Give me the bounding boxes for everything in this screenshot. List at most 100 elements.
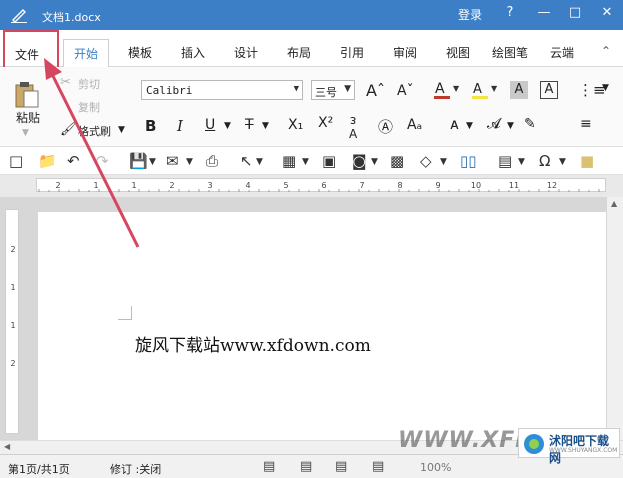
ruler-label: 7 bbox=[359, 181, 364, 190]
minimize-icon[interactable]: — bbox=[534, 3, 554, 23]
shapes-icon[interactable]: ◇ bbox=[420, 152, 432, 170]
login-button[interactable]: 登录 bbox=[458, 6, 482, 23]
picture-icon[interactable]: ▣ bbox=[322, 152, 336, 170]
note-icon[interactable]: ■ bbox=[580, 152, 594, 170]
symbol-dropdown-icon[interactable]: ▼ bbox=[559, 157, 566, 167]
save-icon[interactable]: 💾 bbox=[129, 152, 148, 170]
ruler-label: 10 bbox=[471, 181, 481, 190]
textbox-dropdown-icon[interactable]: ▼ bbox=[518, 157, 525, 167]
tab-draw[interactable]: 绘图笔 bbox=[492, 44, 528, 61]
paste-label[interactable]: 粘贴 bbox=[16, 109, 40, 126]
tab-home[interactable]: 开始 bbox=[63, 39, 110, 67]
document-page[interactable]: 旋风下载站www.xfdown.com bbox=[38, 212, 606, 442]
select-dropdown-icon[interactable]: ▼ bbox=[256, 157, 263, 167]
phonetic-guide-icon[interactable]: ᴈA bbox=[349, 113, 357, 141]
change-case-icon[interactable]: Aₐ bbox=[407, 117, 422, 133]
paste-icon[interactable] bbox=[14, 81, 40, 109]
zoom-level[interactable]: 100% bbox=[420, 461, 451, 474]
italic-icon[interactable]: I bbox=[177, 117, 183, 135]
ribbon-collapse-icon[interactable]: ⌃ bbox=[601, 44, 611, 58]
symbol-icon[interactable]: Ω bbox=[539, 152, 550, 170]
table-icon[interactable]: ▦ bbox=[282, 152, 296, 170]
page-count: 第1页/共1页 bbox=[8, 463, 70, 476]
tab-layout[interactable]: 布局 bbox=[287, 44, 311, 61]
screenshot-icon[interactable]: ◙ bbox=[352, 152, 367, 170]
read-mode-icon[interactable]: ▤ bbox=[372, 459, 384, 474]
superscript-icon[interactable]: X² bbox=[318, 115, 333, 131]
ruler-label: 3 bbox=[207, 181, 212, 190]
tab-design[interactable]: 设计 bbox=[234, 44, 258, 61]
ribbon-home: 粘贴 ▼ ✂ 剪切 复制 🖌 格式刷 ▼ Calibri ▼ 三号 ▼ Aˆ A… bbox=[0, 67, 623, 147]
format-painter-dropdown-icon[interactable]: ▼ bbox=[118, 125, 125, 135]
scroll-up-icon[interactable]: ▲ bbox=[611, 199, 617, 208]
font-name-value: Calibri bbox=[146, 84, 193, 97]
redo-icon[interactable]: ↷ bbox=[96, 152, 109, 170]
textbox-icon[interactable]: ▤ bbox=[498, 152, 512, 170]
tab-view[interactable]: 视图 bbox=[446, 44, 470, 61]
char-border-icon[interactable]: A bbox=[540, 81, 558, 99]
document-body-text[interactable]: 旋风下载站www.xfdown.com bbox=[135, 331, 371, 356]
char-spacing-icon[interactable]: ᴀ bbox=[450, 115, 459, 133]
watermark-logo-subtitle: WWW.SHUYANGX.COM bbox=[549, 447, 618, 454]
horizontal-ruler[interactable]: 2 1 1 2 3 4 5 6 7 8 9 10 11 12 bbox=[36, 178, 606, 192]
tab-review[interactable]: 审阅 bbox=[393, 44, 417, 61]
shrink-font-icon[interactable]: Aˇ bbox=[397, 83, 414, 99]
char-shading-icon[interactable]: A bbox=[510, 81, 528, 99]
align-left-icon[interactable]: ≡ bbox=[580, 116, 592, 132]
svg-text:▼: ▼ bbox=[453, 84, 460, 93]
paste-dropdown-icon[interactable]: ▼ bbox=[22, 128, 29, 138]
underline-dropdown-icon[interactable]: ▼ bbox=[224, 121, 231, 131]
email-dropdown-icon[interactable]: ▼ bbox=[186, 157, 193, 167]
new-document-icon[interactable]: □ bbox=[9, 152, 23, 170]
ruler-label: 4 bbox=[245, 181, 250, 190]
cut-button[interactable]: 剪切 bbox=[78, 76, 100, 92]
open-folder-icon[interactable]: 📁 bbox=[38, 152, 57, 170]
ribbon-tabs: 开始 模板 插入 设计 布局 引用 审阅 视图 绘图笔 云端 bbox=[0, 30, 623, 67]
tab-template[interactable]: 模板 bbox=[128, 44, 152, 61]
undo-icon[interactable]: ↶ bbox=[67, 152, 80, 170]
underline-icon[interactable]: U bbox=[205, 117, 215, 133]
maximize-icon[interactable]: □ bbox=[565, 3, 585, 23]
format-painter-button[interactable]: 格式刷 bbox=[78, 123, 111, 139]
format-painter-icon[interactable]: 🖌 bbox=[60, 122, 77, 137]
table-dropdown-icon[interactable]: ▼ bbox=[302, 157, 309, 167]
font-name-select[interactable]: Calibri ▼ bbox=[141, 80, 303, 100]
print-icon[interactable]: ⎙ bbox=[206, 152, 218, 170]
vertical-scrollbar[interactable]: ▲ bbox=[607, 197, 623, 440]
save-dropdown-icon[interactable]: ▼ bbox=[149, 157, 156, 167]
email-icon[interactable]: ✉ bbox=[166, 152, 179, 170]
shapes-dropdown-icon[interactable]: ▼ bbox=[440, 157, 447, 167]
subscript-icon[interactable]: X₁ bbox=[288, 117, 303, 133]
char-spacing-dropdown-icon[interactable]: ▼ bbox=[466, 121, 473, 131]
print-layout-icon[interactable]: ▤ bbox=[300, 459, 312, 474]
strikethrough-dropdown-icon[interactable]: ▼ bbox=[262, 121, 269, 131]
strikethrough-icon[interactable]: T bbox=[245, 117, 254, 133]
clear-format-icon[interactable]: ✎ bbox=[524, 116, 536, 132]
copy-button[interactable]: 复制 bbox=[78, 99, 100, 115]
font-color-icon[interactable]: A ▼ bbox=[432, 79, 460, 101]
text-effect-dropdown-icon[interactable]: ▼ bbox=[507, 121, 514, 131]
bold-icon[interactable]: B bbox=[145, 117, 156, 135]
tab-cloud[interactable]: 云端 bbox=[550, 44, 574, 61]
vertical-ruler[interactable]: 2 1 1 2 bbox=[5, 209, 19, 434]
text-effect-icon[interactable]: 𝓐 bbox=[487, 116, 501, 132]
chart-icon[interactable]: ▯▯ bbox=[460, 152, 477, 170]
grow-font-icon[interactable]: Aˆ bbox=[366, 81, 385, 100]
close-icon[interactable]: ✕ bbox=[597, 3, 617, 23]
document-workspace: 2 1 1 2 旋风下载站www.xfdown.com ▲ bbox=[0, 197, 623, 442]
mosaic-icon[interactable]: ▩ bbox=[390, 152, 404, 170]
select-pointer-icon[interactable]: ↖ bbox=[240, 152, 253, 170]
track-changes-status[interactable]: 修订 :关闭 bbox=[110, 461, 161, 477]
focus-mode-icon[interactable]: ▤ bbox=[263, 459, 275, 474]
enclose-char-icon[interactable]: Ⓐ bbox=[378, 116, 393, 137]
font-size-select[interactable]: 三号 ▼ bbox=[311, 80, 355, 100]
bullet-list-dropdown-icon[interactable]: ▼ bbox=[602, 83, 609, 93]
tab-insert[interactable]: 插入 bbox=[181, 44, 205, 61]
scroll-left-icon[interactable]: ◀ bbox=[4, 442, 10, 451]
help-button[interactable]: ? bbox=[500, 3, 520, 23]
highlight-color-icon[interactable]: A ▼ bbox=[470, 79, 498, 101]
scissors-icon[interactable]: ✂ bbox=[60, 75, 71, 90]
tab-references[interactable]: 引用 bbox=[340, 44, 364, 61]
web-layout-icon[interactable]: ▤ bbox=[335, 459, 347, 474]
screenshot-dropdown-icon[interactable]: ▼ bbox=[371, 157, 378, 167]
